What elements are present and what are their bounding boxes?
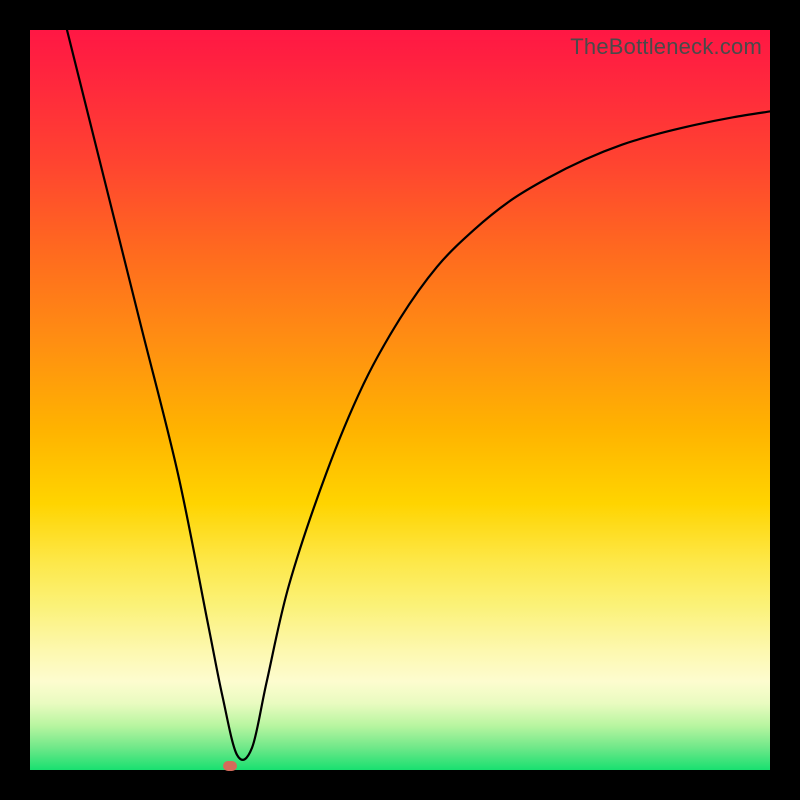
curve-path — [67, 30, 770, 760]
plot-area: TheBottleneck.com — [30, 30, 770, 770]
chart-frame: TheBottleneck.com — [0, 0, 800, 800]
bottleneck-curve — [30, 30, 770, 770]
optimum-marker — [223, 761, 237, 771]
